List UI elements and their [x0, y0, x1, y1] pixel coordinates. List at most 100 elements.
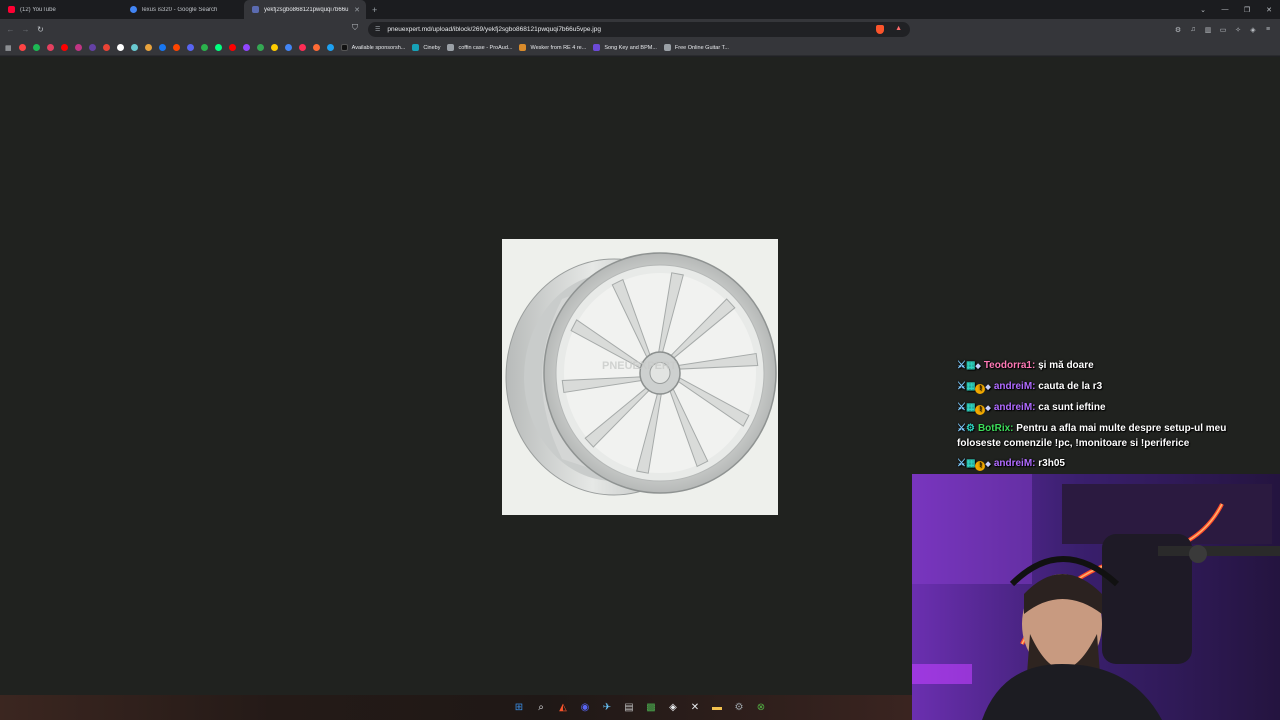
moderator-sword-icon: ⚔ [957, 402, 966, 413]
bookmark-favicon-icon[interactable] [326, 44, 334, 51]
gem-badge-icon: ◆ [985, 405, 991, 412]
bookmark-favicon-icon[interactable] [172, 44, 180, 51]
bookmark-favicon-icon[interactable] [200, 44, 208, 51]
tab-google-search[interactable]: lexus is320 - Google Search [122, 0, 244, 19]
site-info-icon[interactable]: ☰ [375, 26, 380, 33]
steam-icon[interactable]: ✈ [598, 698, 616, 716]
taskbar: ⊞ ⌕ ◭ ◉ ✈ ▤ ▩ ◈ ✕ ▬ ⚙ ⊗ [0, 695, 912, 720]
moderator-sword-icon: ⚔ [957, 360, 966, 371]
tab-search-icon[interactable]: ⌄ [1192, 6, 1214, 14]
coin-badge-icon: ! [975, 384, 986, 394]
minecraft-icon[interactable]: ▩ [642, 698, 660, 716]
bookmark-item[interactable]: Wesker from RE 4 re... [519, 44, 586, 51]
bookmark-favicon-icon[interactable] [102, 44, 110, 51]
gem-badge-icon: ◆ [985, 461, 991, 468]
subscriber-badge-icon: ▦ [965, 360, 976, 371]
chat-badges: ⚔▦! ◆ [957, 456, 991, 472]
bookmark-favicon-icon[interactable] [242, 44, 250, 51]
leo-icon[interactable]: ✧ [1232, 26, 1244, 34]
chat-message: ⚔▦! ◆ andreiM: r3h05 [957, 456, 1257, 472]
new-tab-icon[interactable]: + [366, 5, 383, 15]
bot-badge-icon: ⚙ [965, 423, 975, 434]
tab-title: lexus is320 - Google Search [142, 6, 218, 13]
bookmark-favicon-icon [663, 44, 671, 51]
bookmark-item[interactable]: coffin case - ProAud... [447, 44, 512, 51]
brave-shields-icon[interactable] [876, 25, 884, 34]
bookmark-favicon-icon[interactable] [158, 44, 166, 51]
media-icon[interactable]: ♫ [1187, 26, 1199, 33]
stream-chat: ⚔▦◆ Teodorra1: și mă doare ⚔▦! ◆ andreiM: ca… [957, 358, 1257, 477]
bookmark-item[interactable]: Free Online Guitar T... [663, 44, 729, 51]
start-icon[interactable]: ⊞ [510, 698, 528, 716]
bookmark-favicon-icon[interactable] [256, 44, 264, 51]
bookmark-favicon-icon[interactable] [298, 44, 306, 51]
bookmark-item[interactable]: Available sponsorsh... [340, 44, 405, 51]
discord-icon[interactable]: ◉ [576, 698, 594, 716]
close-window-icon[interactable]: ✕ [1258, 6, 1280, 14]
brave-rewards-icon[interactable]: ▲ [895, 25, 902, 32]
bookmark-favicon-icon [593, 44, 601, 51]
chat-text: și mă doare [1038, 360, 1094, 371]
bookmark-favicon-icon[interactable] [18, 44, 26, 51]
bookmark-favicon-icon[interactable] [186, 44, 194, 51]
bookmark-favicon-icon[interactable] [270, 44, 278, 51]
subscriber-badge-icon: ▦ [965, 458, 976, 469]
chat-username[interactable]: BotRix [978, 423, 1010, 434]
chat-message: ⚔▦! ◆ andreiM: ca sunt ieftine [957, 400, 1257, 416]
sidebar-icon[interactable]: ▥ [1202, 26, 1214, 34]
chat-username[interactable]: Teodorra1 [984, 360, 1032, 371]
xbox-icon[interactable]: ⊗ [752, 698, 770, 716]
forward-icon[interactable]: → [18, 25, 33, 34]
tab-strip: (12) YouTube lexus is320 - Google Search… [0, 0, 1280, 19]
alloy-wheel-illustration: PNEUEXPERT [505, 252, 777, 496]
moderator-sword-icon: ⚔ [957, 381, 966, 392]
tab-image[interactable]: yekfj2sgbo868121pwquqi7b66u ✕ [244, 0, 366, 19]
bookmark-favicon-icon [340, 44, 348, 51]
vpn-icon[interactable]: ◈ [1247, 26, 1259, 34]
webcam-feed [912, 474, 1280, 720]
chat-username[interactable]: andreiM [994, 458, 1032, 469]
bookmark-favicon-icon[interactable] [60, 44, 68, 51]
bookmark-favicon-icon[interactable] [144, 44, 152, 51]
close-tab-icon[interactable]: ✕ [354, 6, 360, 14]
bookmark-item[interactable]: Cineby [412, 44, 440, 51]
brave-icon[interactable]: ◭ [554, 698, 572, 716]
taskbar-icons: ⊞ ⌕ ◭ ◉ ✈ ▤ ▩ ◈ ✕ ▬ ⚙ ⊗ [510, 698, 770, 716]
bookmark-favicon-icon[interactable] [214, 44, 222, 51]
bookmark-favicon-icon[interactable] [284, 44, 292, 51]
chat-badges: ⚔▦! ◆ [957, 379, 991, 395]
bookmark-favicon-icon[interactable] [312, 44, 320, 51]
epic-icon[interactable]: ◈ [664, 698, 682, 716]
bookmark-icon[interactable]: ⛉ [352, 23, 358, 33]
webcam-scene [912, 474, 1280, 720]
wallet-icon[interactable]: ▭ [1217, 26, 1229, 34]
chat-username[interactable]: andreiM [994, 402, 1032, 413]
reload-icon[interactable]: ↻ [33, 25, 48, 34]
bookmark-favicon-icon[interactable] [130, 44, 138, 51]
bookmark-favicon-icon[interactable] [46, 44, 54, 51]
chat-username[interactable]: andreiM [994, 381, 1032, 392]
window-controls: ⌄ — ❐ ✕ [1192, 0, 1280, 19]
bookmark-favicon-icon[interactable] [32, 44, 40, 51]
google-icon [130, 6, 137, 13]
back-icon[interactable]: ← [3, 25, 18, 34]
bookmark-item[interactable]: Song Key and BPM... [593, 44, 657, 51]
calculator-icon[interactable]: ▤ [620, 698, 638, 716]
extensions-icon[interactable]: ⚙ [1172, 26, 1184, 34]
capcut-icon[interactable]: ✕ [686, 698, 704, 716]
wheel-image[interactable]: PNEUEXPERT [502, 239, 778, 515]
menu-icon[interactable]: ≡ [1262, 26, 1274, 33]
bookmark-favicon-icon[interactable] [88, 44, 96, 51]
bookmark-favicon-icon[interactable] [116, 44, 124, 51]
bookmark-favicon-icon[interactable] [228, 44, 236, 51]
search-icon[interactable]: ⌕ [532, 698, 550, 716]
explorer-icon[interactable]: ▬ [708, 698, 726, 716]
apps-grid-icon[interactable]: ▦ [5, 44, 12, 52]
tab-youtube[interactable]: (12) YouTube [0, 0, 122, 19]
settings-icon[interactable]: ⚙ [730, 698, 748, 716]
minimize-icon[interactable]: — [1214, 6, 1236, 13]
restore-icon[interactable]: ❐ [1236, 6, 1258, 14]
bookmark-favicon-icon[interactable] [74, 44, 82, 51]
address-bar[interactable]: ☰ pneuexpert.md/upload/iblock/269/yekfj2… [368, 22, 910, 37]
toolbar: ← → ↻ ⛉ ☰ pneuexpert.md/upload/iblock/26… [0, 19, 1280, 40]
